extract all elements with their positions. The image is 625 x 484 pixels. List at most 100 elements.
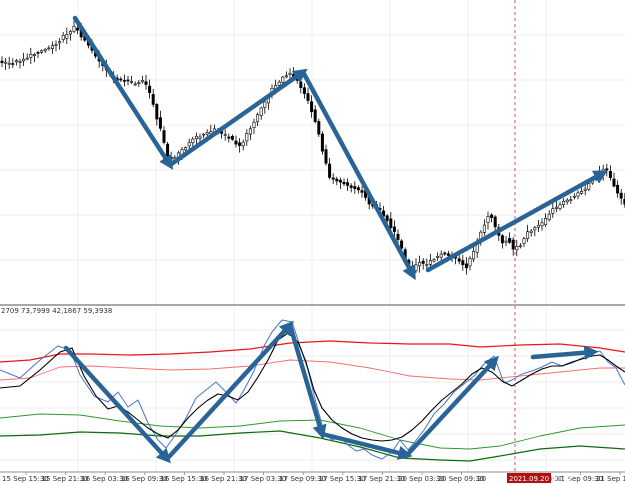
candle-body xyxy=(133,83,137,86)
candle-body xyxy=(587,183,591,190)
candle-body xyxy=(482,224,486,233)
candle-body xyxy=(169,156,173,160)
candle-body xyxy=(194,135,198,139)
candle-body xyxy=(158,117,162,129)
annotation-arrow xyxy=(404,355,499,458)
x-tick-label: 21 Sep 15:30 xyxy=(596,475,625,483)
candle-body xyxy=(400,240,404,249)
candle-body xyxy=(54,44,58,46)
candle-body xyxy=(230,136,234,140)
candle-body xyxy=(324,149,328,164)
annotation-arrow xyxy=(300,69,416,281)
candle-body xyxy=(22,58,26,62)
candle-body xyxy=(392,226,396,232)
candle-body xyxy=(288,72,292,75)
candle-body xyxy=(14,60,18,63)
candle-body xyxy=(256,114,260,122)
candle-body xyxy=(32,54,36,56)
indicator-lower-band xyxy=(0,430,625,462)
candle-body xyxy=(619,192,623,199)
candle-body xyxy=(4,61,8,64)
candle-body xyxy=(432,259,436,262)
candle-body xyxy=(533,227,537,231)
indicator-upper-band xyxy=(0,340,625,363)
candle-body xyxy=(562,200,566,205)
indicator-lower-mid xyxy=(0,413,625,450)
candle-body xyxy=(472,250,476,260)
candle-body xyxy=(148,85,152,93)
candle-body xyxy=(558,204,562,209)
candle-body xyxy=(25,57,29,60)
candle-body xyxy=(151,94,155,105)
annotation-arrow xyxy=(63,345,171,464)
candle-body xyxy=(198,136,202,139)
candle-body xyxy=(7,62,11,65)
candle-body xyxy=(223,134,227,136)
candle-body xyxy=(331,177,335,180)
candle-body xyxy=(155,104,159,120)
candle-body xyxy=(490,214,494,218)
candle-body xyxy=(259,107,263,116)
candle-body xyxy=(263,101,267,108)
candle-body xyxy=(544,218,548,226)
candle-body xyxy=(234,140,238,145)
indicator-panel xyxy=(0,319,625,462)
candle-body xyxy=(205,132,209,135)
candle-body xyxy=(389,218,393,228)
candle-body xyxy=(36,52,40,54)
candle-body xyxy=(421,260,425,264)
candle-body xyxy=(536,224,540,228)
candle-body xyxy=(583,188,587,191)
candle-body xyxy=(360,190,364,193)
candle-body xyxy=(284,75,288,78)
x-tick-label: 20 xyxy=(477,475,486,483)
candle-body xyxy=(551,208,555,214)
candle-body xyxy=(443,252,447,255)
candle-body xyxy=(554,206,558,209)
candle-body xyxy=(317,121,321,135)
candle-body xyxy=(202,133,206,136)
candle-body xyxy=(522,238,526,244)
candle-body xyxy=(605,168,609,171)
candle-body xyxy=(414,264,418,272)
candle-body xyxy=(418,261,422,267)
candle-body xyxy=(457,258,461,262)
candle-body xyxy=(0,60,4,64)
annotation-arrow xyxy=(164,320,294,462)
candle-body xyxy=(187,142,191,147)
indicator-readout: 2709 73,7999 42,1867 59,3938 xyxy=(1,307,112,315)
annotation-arrow xyxy=(425,170,609,273)
candle-body xyxy=(137,82,141,84)
candle-body xyxy=(43,48,47,52)
price-chart: 2709 73,7999 42,1867 59,3938 15 Sep 15:3… xyxy=(0,0,625,483)
candle-body xyxy=(572,195,576,198)
candle-body xyxy=(162,130,166,143)
candle-body xyxy=(356,187,360,191)
candle-body xyxy=(608,170,612,179)
candle-body xyxy=(191,138,195,144)
candle-body xyxy=(58,41,62,44)
candle-body xyxy=(227,136,231,139)
candle-body xyxy=(446,253,450,256)
candle-body xyxy=(529,230,533,233)
candle-body xyxy=(436,256,440,258)
candle-body xyxy=(313,109,317,122)
price-candles xyxy=(0,20,625,275)
cursor-time-label: 2021.09.20 20:00 xyxy=(509,475,571,483)
candle-body xyxy=(612,178,616,187)
candle-body xyxy=(248,128,252,135)
candle-body xyxy=(245,133,249,142)
candle-body xyxy=(11,63,15,65)
candle-body xyxy=(518,245,522,248)
candle-body xyxy=(500,235,504,244)
candle-body xyxy=(140,80,144,83)
candle-body xyxy=(486,216,490,223)
candle-body xyxy=(464,263,468,269)
candle-body xyxy=(299,81,303,88)
candle-body xyxy=(72,26,76,32)
candle-body xyxy=(40,50,44,53)
candle-body xyxy=(50,45,54,49)
candle-body xyxy=(76,27,80,31)
candle-body xyxy=(616,184,620,194)
candle-body xyxy=(241,141,245,147)
